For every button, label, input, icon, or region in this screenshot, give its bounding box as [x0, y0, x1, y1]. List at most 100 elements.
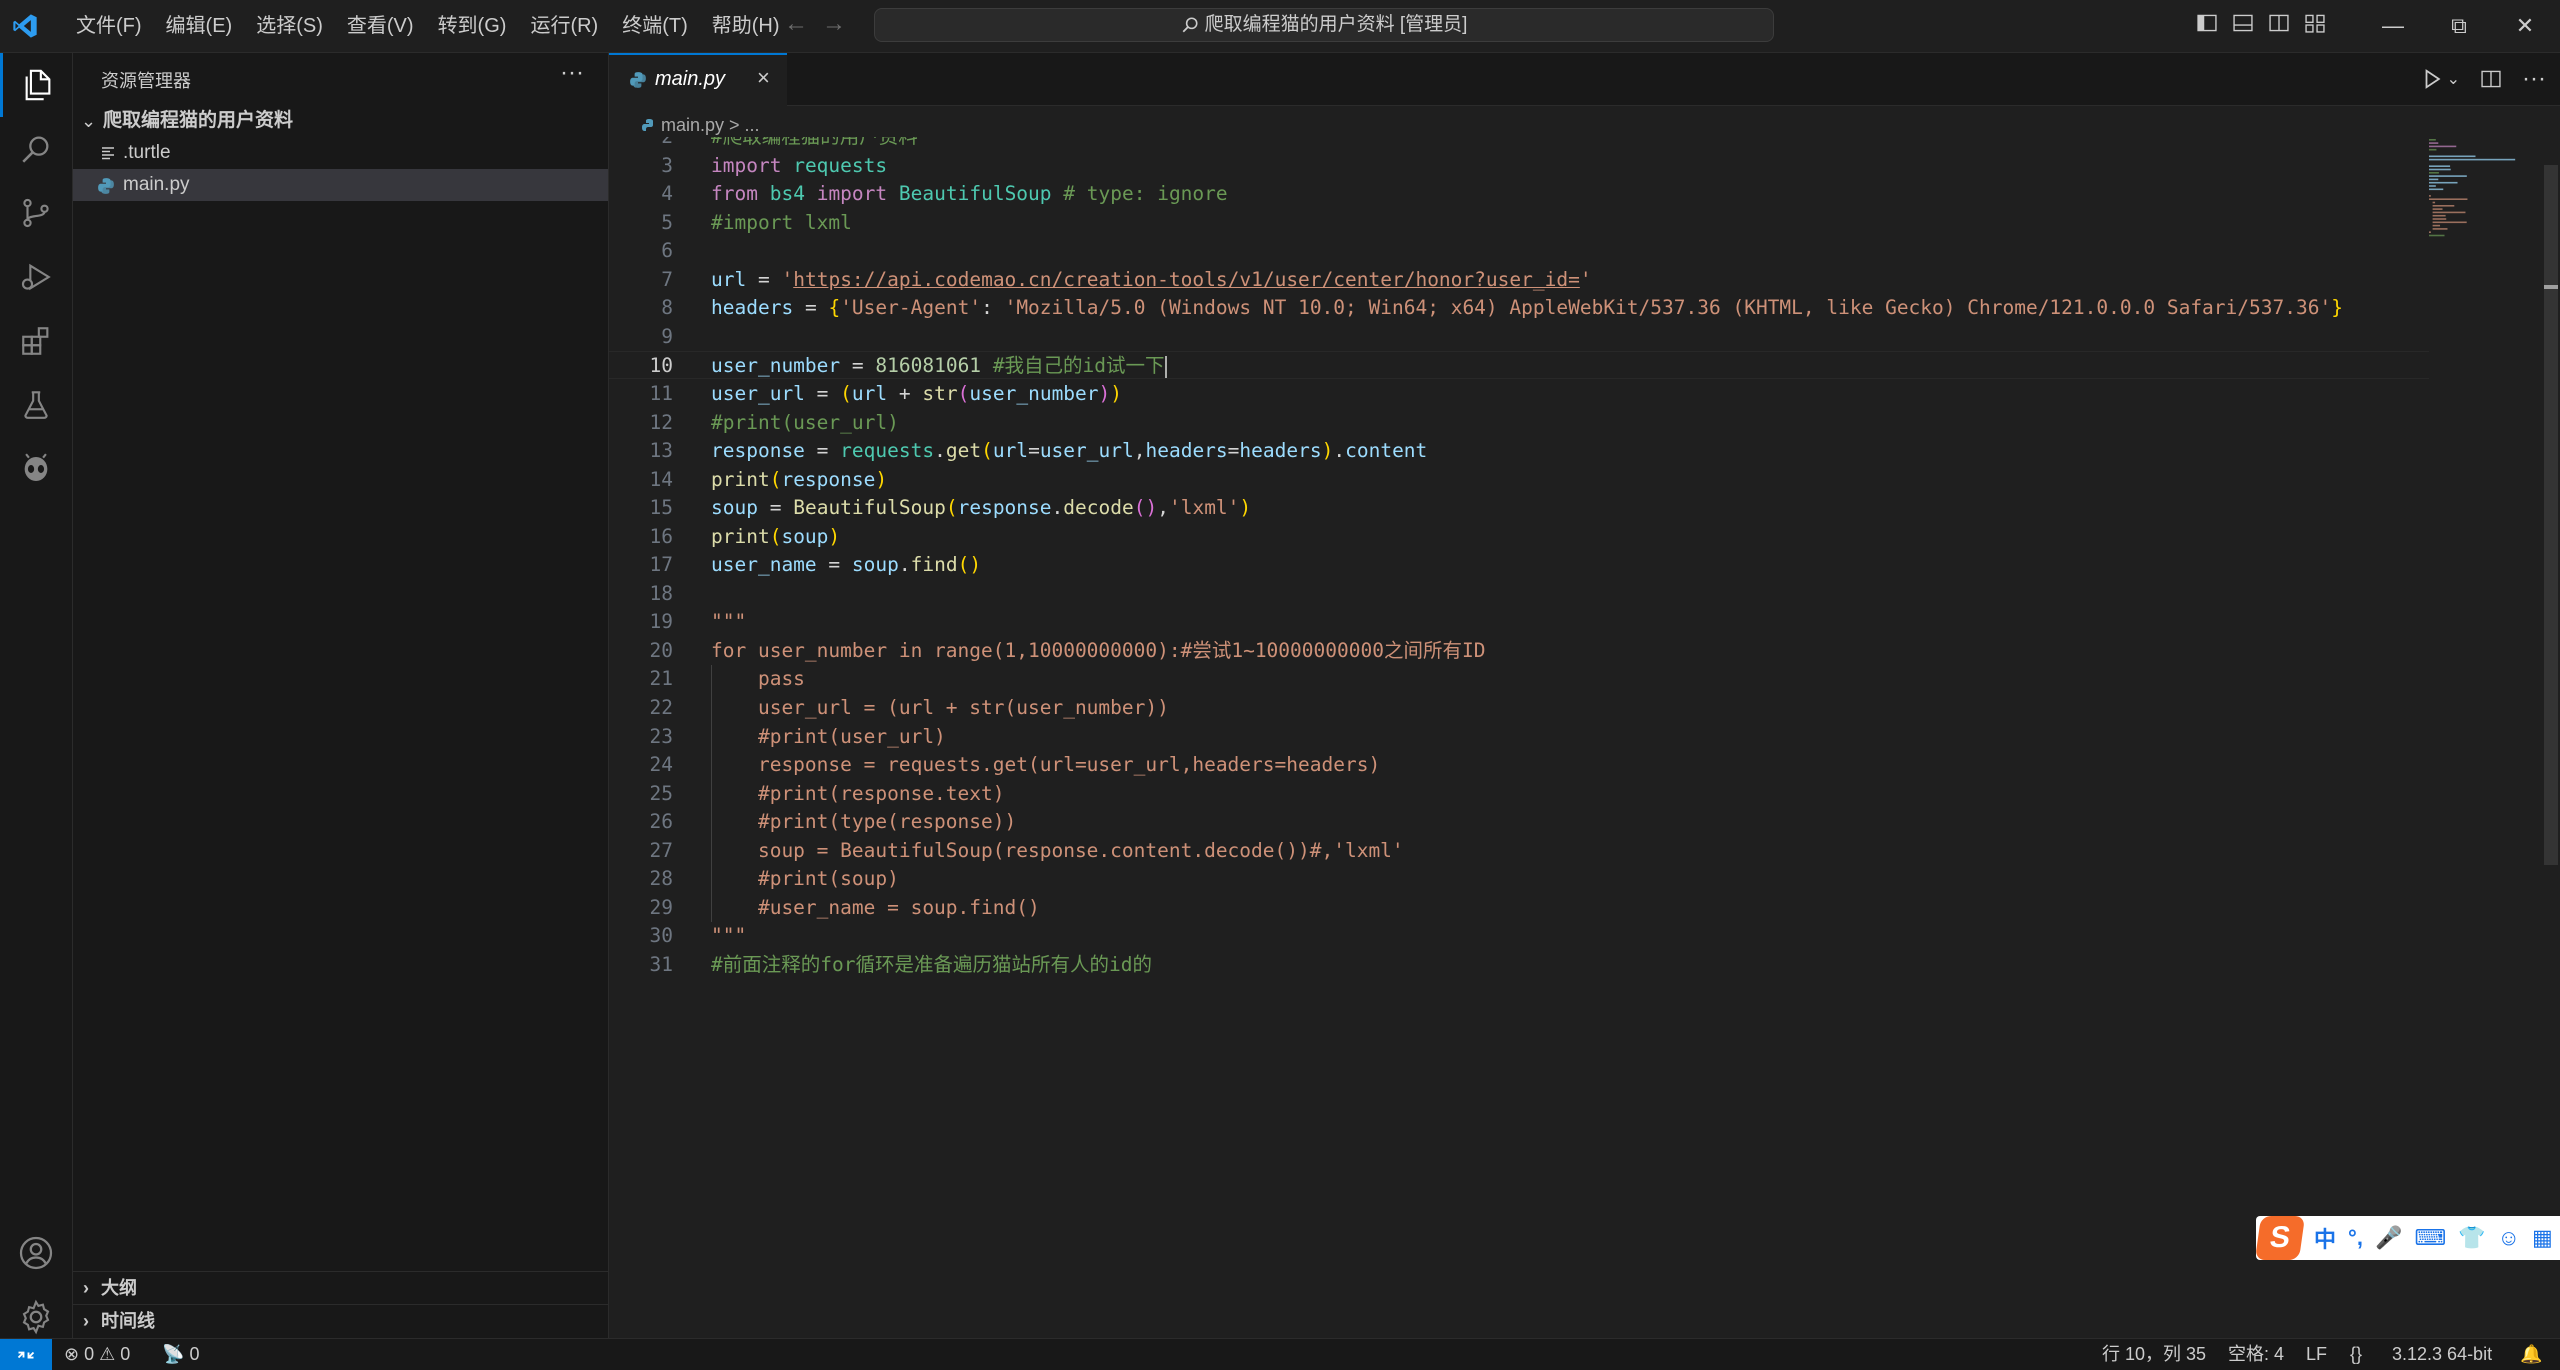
ports-count: 0 [189, 1344, 200, 1364]
sogou-logo-icon[interactable]: S [2254, 1216, 2306, 1260]
chevron-down-icon[interactable]: ⌄ [2447, 69, 2460, 89]
window-title: 爬取编程猫的用户资料 [管理员] [1204, 14, 1468, 35]
toolbox-grid-icon[interactable]: ▦ [2532, 1225, 2553, 1251]
code-line[interactable]: 22 user_url = (url + str(user_number)) [609, 694, 2429, 722]
command-center-search[interactable]: 爬取编程猫的用户资料 [管理员] [874, 8, 1774, 42]
problems-status[interactable]: ⊗ 0 ⚠ 0 [64, 1339, 130, 1370]
extensions-button[interactable] [0, 309, 72, 373]
cursor-position[interactable]: 行 10，列 35 [2102, 1339, 2206, 1370]
timeline-section[interactable]: › 时间线 [73, 1304, 608, 1337]
menu-help[interactable]: 帮助(H) [700, 0, 792, 52]
toggle-secondary-sidebar-icon[interactable] [2268, 12, 2290, 34]
code-line[interactable]: 31 #前面注释的for循环是准备遍历猫站所有人的id的 [609, 951, 2429, 979]
file-item-main-py[interactable]: main.py [73, 169, 608, 201]
code-line[interactable]: 4 from bs4 import BeautifulSoup # type: i… [609, 180, 2429, 208]
menu-file[interactable]: 文件(F) [64, 0, 154, 52]
microphone-icon[interactable]: 🎤 [2375, 1225, 2402, 1251]
code-line[interactable]: 16 print(soup) [609, 523, 2429, 551]
cursor-overview-marker [2544, 285, 2558, 289]
run-python-icon[interactable] [2421, 68, 2443, 90]
breadcrumb-file[interactable]: main.py [661, 115, 724, 135]
menu-terminal[interactable]: 终端(T) [610, 0, 700, 52]
code-line[interactable]: 21 pass [609, 665, 2429, 693]
restore-button[interactable]: ⧉ [2426, 13, 2492, 39]
folder-root[interactable]: ⌄ 爬取编程猫的用户资料 [73, 105, 608, 137]
back-arrow-icon[interactable]: ← [784, 10, 808, 38]
title-bar: 文件(F) 编辑(E) 选择(S) 查看(V) 转到(G) 运行(R) 终端(T… [0, 0, 2560, 53]
code-line[interactable]: 15 soup = BeautifulSoup(response.decode()… [609, 494, 2429, 522]
code-line[interactable]: 23 #print(user_url) [609, 723, 2429, 751]
minimap[interactable] [2425, 137, 2545, 337]
breadcrumb-symbol[interactable]: > ... [729, 115, 760, 135]
minimize-button[interactable]: — [2360, 13, 2426, 39]
menu-view[interactable]: 查看(V) [335, 0, 426, 52]
code-line[interactable]: 10 user_number = 816081061 #我自己的id试一下 [609, 351, 2429, 380]
code-line[interactable]: 11 user_url = (url + str(user_number)) [609, 380, 2429, 408]
minimap-line [2432, 208, 2443, 210]
code-line[interactable]: 28 #print(soup) [609, 865, 2429, 893]
search-button[interactable] [0, 117, 72, 181]
code-line[interactable]: 29 #user_name = soup.find() [609, 894, 2429, 922]
code-line[interactable]: 25 #print(response.text) [609, 780, 2429, 808]
code-line[interactable]: 5 #import lxml [609, 209, 2429, 237]
testing-button[interactable] [0, 373, 72, 437]
explorer-button[interactable] [0, 53, 72, 117]
code-line[interactable]: 14 print(response) [609, 466, 2429, 494]
search-icon [1182, 17, 1198, 33]
alien-extension-button[interactable] [0, 437, 72, 501]
customize-layout-icon[interactable] [2304, 12, 2326, 34]
tab-main-py[interactable]: main.py × [609, 53, 787, 106]
skin-shirt-icon[interactable]: 👕 [2458, 1225, 2485, 1251]
ports-status[interactable]: 📡 0 [162, 1339, 199, 1370]
menu-selection[interactable]: 选择(S) [244, 0, 335, 52]
remote-indicator-button[interactable] [0, 1339, 52, 1370]
code-editor[interactable]: 2 #爬取编程猫的用户资料 3 import requests 4 from bs4 im… [609, 137, 2429, 1317]
toggle-primary-sidebar-icon[interactable] [2196, 12, 2218, 34]
forward-arrow-icon[interactable]: → [822, 10, 846, 38]
code-line[interactable]: 2 #爬取编程猫的用户资料 [609, 137, 2429, 151]
run-debug-button[interactable] [0, 245, 72, 309]
code-line[interactable]: 20 for user_number in range(1,10000000000… [609, 637, 2429, 665]
language-braces-icon[interactable]: {} [2350, 1339, 2362, 1370]
code-line[interactable]: 8 headers = {'User-Agent': 'Mozilla/5.0 (… [609, 294, 2429, 322]
emoji-icon[interactable]: ☺ [2498, 1225, 2520, 1251]
close-icon[interactable]: × [757, 65, 770, 91]
keyboard-icon[interactable]: ⌨ [2414, 1225, 2446, 1251]
menu-go[interactable]: 转到(G) [426, 0, 519, 52]
code-line[interactable]: 3 import requests [609, 152, 2429, 180]
code-line[interactable]: 27 soup = BeautifulSoup(response.content… [609, 837, 2429, 865]
file-item-turtle[interactable]: .turtle [73, 137, 608, 169]
bell-icon[interactable]: 🔔 [2520, 1339, 2542, 1370]
ime-punctuation-icon[interactable]: °, [2348, 1225, 2363, 1251]
code-line[interactable]: 30 """ [609, 922, 2429, 950]
code-line[interactable]: 7 url = 'https://api.codemao.cn/creation-… [609, 266, 2429, 294]
source-control-button[interactable] [0, 181, 72, 245]
menu-edit[interactable]: 编辑(E) [154, 0, 245, 52]
code-line[interactable]: 9 [609, 323, 2429, 351]
code-line[interactable]: 18 [609, 580, 2429, 608]
ime-mode-chinese[interactable]: 中 [2314, 1222, 2336, 1254]
vertical-scrollbar[interactable] [2544, 165, 2558, 865]
code-line[interactable]: 17 user_name = soup.find() [609, 551, 2429, 579]
editor-tabs: main.py × ⌄ ··· [609, 53, 2560, 106]
indentation-status[interactable]: 空格: 4 [2228, 1339, 2284, 1370]
python-interpreter-status[interactable]: 3.12.3 64-bit [2392, 1339, 2492, 1370]
split-editor-icon[interactable] [2480, 68, 2502, 90]
more-actions-icon[interactable]: ··· [2522, 65, 2546, 93]
eol-status[interactable]: LF [2306, 1339, 2327, 1370]
code-line[interactable]: 19 """ [609, 608, 2429, 636]
code-line[interactable]: 24 response = requests.get(url=user_url,… [609, 751, 2429, 779]
minimap-line [2429, 181, 2458, 184]
line-text: #print(soup) [711, 867, 899, 891]
code-line[interactable]: 6 [609, 237, 2429, 265]
close-window-button[interactable]: ✕ [2492, 13, 2558, 39]
menu-run[interactable]: 运行(R) [518, 0, 610, 52]
code-line[interactable]: 13 response = requests.get(url=user_url,h… [609, 437, 2429, 465]
line-text: soup = BeautifulSoup(response.decode(),'… [711, 496, 1252, 520]
more-actions-button[interactable]: ··· [560, 59, 584, 87]
toggle-panel-icon[interactable] [2232, 12, 2254, 34]
outline-section[interactable]: › 大纲 [73, 1271, 608, 1304]
code-line[interactable]: 12 #print(user_url) [609, 409, 2429, 437]
code-line[interactable]: 26 #print(type(response)) [609, 808, 2429, 836]
accounts-button[interactable] [0, 1221, 72, 1285]
